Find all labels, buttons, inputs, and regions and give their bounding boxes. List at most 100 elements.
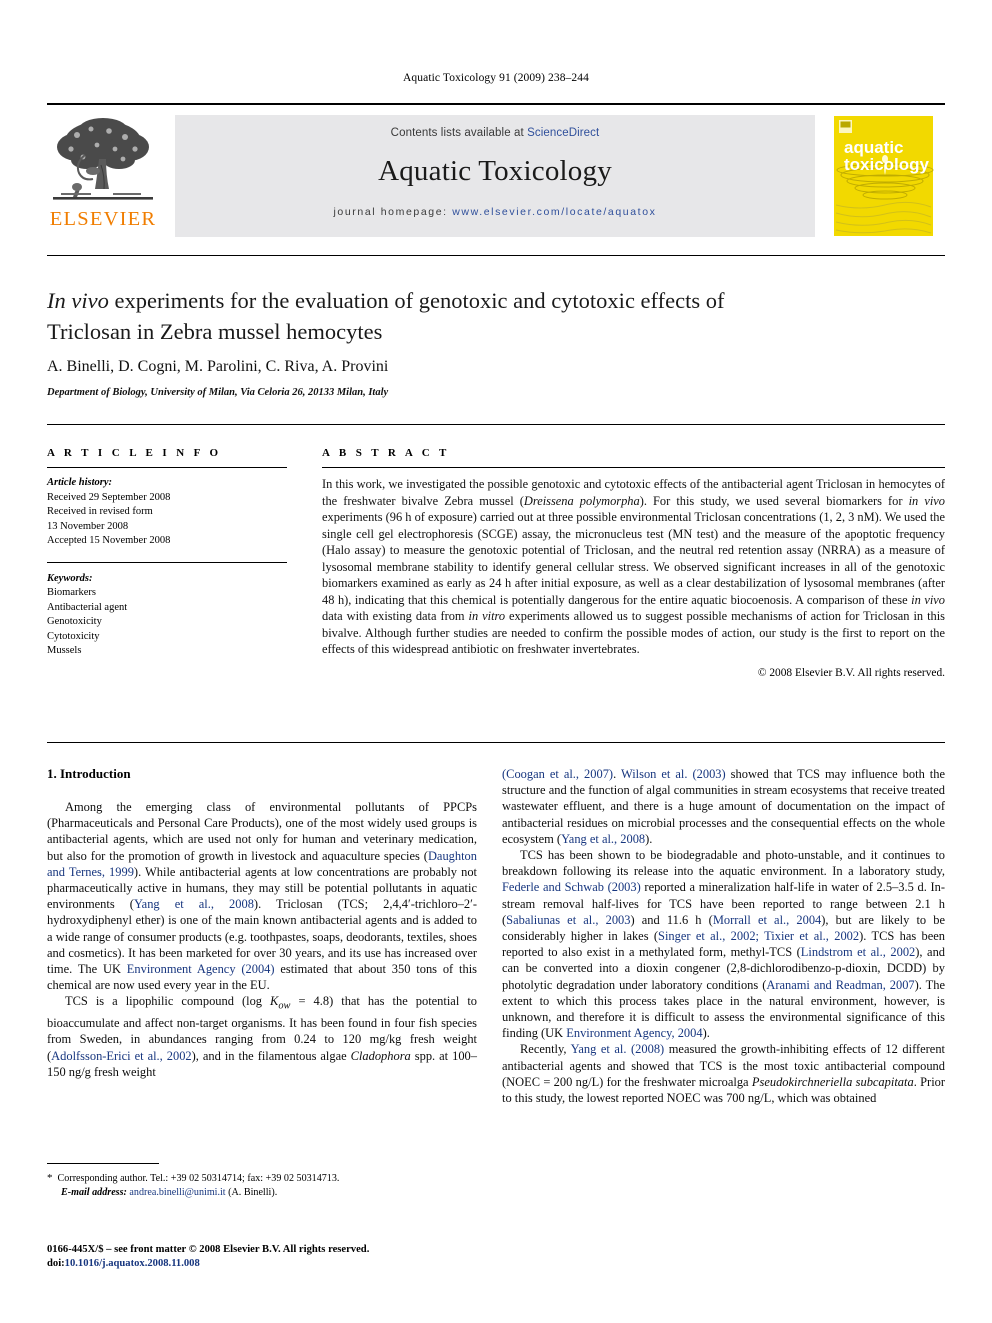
para-text: ) and 11.6 h ( <box>630 912 713 927</box>
elsevier-wordmark: ELSEVIER <box>49 208 157 230</box>
journal-homepage-link[interactable]: www.elsevier.com/locate/aquatox <box>452 206 656 218</box>
article-history-heading: Article history: <box>47 477 113 488</box>
info-divider-top <box>47 424 945 425</box>
para-text: ). <box>702 1026 710 1041</box>
paragraph-right-3: Recently, Yang et al. (2008) measured th… <box>502 1041 945 1106</box>
contents-prefix: Contents lists available at <box>390 127 528 139</box>
article-history-line: Received in revised form <box>47 506 153 517</box>
homepage-prefix: journal homepage: <box>333 206 448 218</box>
email-note: E-mail address: andrea.binelli@unimi.it … <box>47 1186 477 1200</box>
footnote-block: * Corresponding author. Tel.: +39 02 503… <box>47 1172 477 1199</box>
abstract-in-vivo-2: in vivo <box>911 592 945 607</box>
citation-link[interactable]: (Coogan et al., 2007) <box>502 767 613 781</box>
abstract-rule <box>322 467 945 468</box>
para-text: TCS is a lipophilic compound (log <box>65 994 271 1009</box>
title-line2: Triclosan in Zebra mussel hemocytes <box>47 319 383 344</box>
keyword-item: Antibacterial agent <box>47 601 128 613</box>
species-name: Pseudokirchneriella subcapitata <box>751 1074 914 1089</box>
para-text: ). <box>645 831 653 846</box>
article-info-column: A R T I C L E I N F O Article history: R… <box>47 447 287 659</box>
footnote-divider <box>47 1163 159 1164</box>
issn-block: 0166-445X/$ – see front matter © 2008 El… <box>47 1243 547 1271</box>
abstract-text-b: ). For this study, we used several bioma… <box>639 493 909 508</box>
citation-link[interactable]: Lindstrom et al., 2002 <box>801 945 915 959</box>
cover-title-line2: toxicology <box>844 155 930 174</box>
journal-cover-thumbnail: aquatic toxicology <box>822 113 945 239</box>
doi-link[interactable]: 10.1016/j.aquatox.2008.11.008 <box>65 1258 200 1269</box>
journal-article-page: Aquatic Toxicology 91 (2009) 238–244 ELS… <box>0 0 992 1323</box>
title-rest-line1: experiments for the evaluation of genoto… <box>108 288 725 313</box>
email-link[interactable]: andrea.binelli@unimi.it <box>129 1187 225 1198</box>
homepage-line: journal homepage: www.elsevier.com/locat… <box>175 206 815 218</box>
citation-link[interactable]: Yang et al. (2008) <box>571 1042 665 1056</box>
keyword-item: Mussels <box>47 645 82 656</box>
abstract-divider-bottom <box>47 742 945 743</box>
title-italic-lead: In vivo <box>47 288 109 313</box>
citation-link[interactable]: Environment Agency, 2004 <box>566 1026 702 1040</box>
sciencedirect-link[interactable]: ScienceDirect <box>527 127 599 139</box>
para-text: . <box>613 767 621 781</box>
keyword-item: Cytotoxicity <box>47 630 100 642</box>
citation-link[interactable]: Wilson et al. (2003) <box>621 767 726 781</box>
citation-link[interactable]: Yang et al., 2008 <box>561 832 645 846</box>
article-history-line: Received 29 September 2008 <box>47 491 171 503</box>
citation-link[interactable]: Aranami and Readman, 2007 <box>766 978 914 992</box>
keyword-item: Biomarkers <box>47 587 96 598</box>
article-history-line: Accepted 15 November 2008 <box>47 535 171 546</box>
email-label: E-mail address: <box>61 1186 127 1198</box>
abstract-body: In this work, we investigated the possib… <box>322 476 945 658</box>
kow-subscript: ow <box>278 1000 291 1012</box>
article-info-heading: A R T I C L E I N F O <box>47 447 222 459</box>
citation-link[interactable]: Morrall et al., 2004 <box>713 913 821 927</box>
keywords-heading: Keywords: <box>47 572 93 584</box>
doi-line: doi:10.1016/j.aquatox.2008.11.008 <box>47 1257 547 1271</box>
abstract-in-vivo: in vivo <box>908 493 945 508</box>
footnote-star: * <box>47 1172 53 1184</box>
para-text: Among the emerging class of environmenta… <box>47 800 477 863</box>
email-suffix: (A. Binelli). <box>228 1186 278 1198</box>
contents-line: Contents lists available at ScienceDirec… <box>175 115 815 139</box>
abstract-text-c: experiments (96 h of exposure) carried o… <box>322 510 945 607</box>
keyword-item: Genotoxicity <box>47 616 102 627</box>
paragraph-left-2: TCS is a lipophilic compound (log Kow = … <box>47 993 477 1080</box>
abstract-column: A B S T R A C T In this work, we investi… <box>322 447 945 679</box>
body-column-right: (Coogan et al., 2007). Wilson et al. (20… <box>502 766 945 1106</box>
abstract-text-d: data with existing data from <box>322 609 469 624</box>
journal-band: Contents lists available at ScienceDirec… <box>175 115 815 237</box>
elsevier-logo: ELSEVIER <box>47 115 159 237</box>
footnote-text: Corresponding author. Tel.: +39 02 50314… <box>57 1173 340 1184</box>
page-title: In vivo experiments for the evaluation o… <box>47 285 927 347</box>
issn-line: 0166-445X/$ – see front matter © 2008 El… <box>47 1244 370 1255</box>
citation-link[interactable]: Yang et al., 2008 <box>134 897 254 911</box>
cover-art: aquatic toxicology <box>822 113 945 239</box>
species-name: Cladophora <box>350 1048 411 1063</box>
corresponding-author-note: * Corresponding author. Tel.: +39 02 503… <box>47 1172 477 1186</box>
article-history-line: 13 November 2008 <box>47 520 129 532</box>
journal-masthead: ELSEVIER Contents lists available at Sci… <box>47 103 945 239</box>
doi-label: doi: <box>47 1258 65 1269</box>
elsevier-tree-icon <box>53 118 153 200</box>
section-heading-introduction: 1. Introduction <box>47 766 131 781</box>
running-head: Aquatic Toxicology 91 (2009) 238–244 <box>403 72 589 84</box>
citation-link[interactable]: Adolfsson-Erici et al., 2002 <box>51 1049 191 1063</box>
para-text: ), and in the filamentous algae <box>191 1048 351 1063</box>
title-divider <box>47 255 945 256</box>
authors-text: A. Binelli, D. Cogni, M. Parolini, C. Ri… <box>47 358 389 375</box>
citation-link[interactable]: Environment Agency (2004) <box>127 962 275 976</box>
abstract-in-vitro: in vitro <box>468 609 506 624</box>
journal-title: Aquatic Toxicology <box>378 155 612 187</box>
paragraph-right-2: TCS has been shown to be biodegradable a… <box>502 847 945 1041</box>
copyright-line: © 2008 Elsevier B.V. All rights reserved… <box>757 667 945 680</box>
author-list: A. Binelli, D. Cogni, M. Parolini, C. Ri… <box>47 358 927 376</box>
para-text: Recently, <box>520 1042 571 1057</box>
abstract-species-name: Dreissena polymorpha <box>523 493 640 508</box>
keywords-rule <box>47 561 287 563</box>
body-column-left: 1. Introduction Among the emerging class… <box>47 766 477 1080</box>
citation-link[interactable]: Sabaliunas et al., 2003 <box>506 913 630 927</box>
paragraph-left-1: Among the emerging class of environmenta… <box>47 799 477 993</box>
abstract-heading: A B S T R A C T <box>322 447 450 459</box>
para-text: TCS has been shown to be biodegradable a… <box>502 848 945 879</box>
affiliation: Department of Biology, University of Mil… <box>47 387 389 398</box>
citation-link[interactable]: Federle and Schwab (2003) <box>502 880 641 894</box>
citation-link[interactable]: Singer et al., 2002; Tixier et al., 2002 <box>658 929 859 943</box>
